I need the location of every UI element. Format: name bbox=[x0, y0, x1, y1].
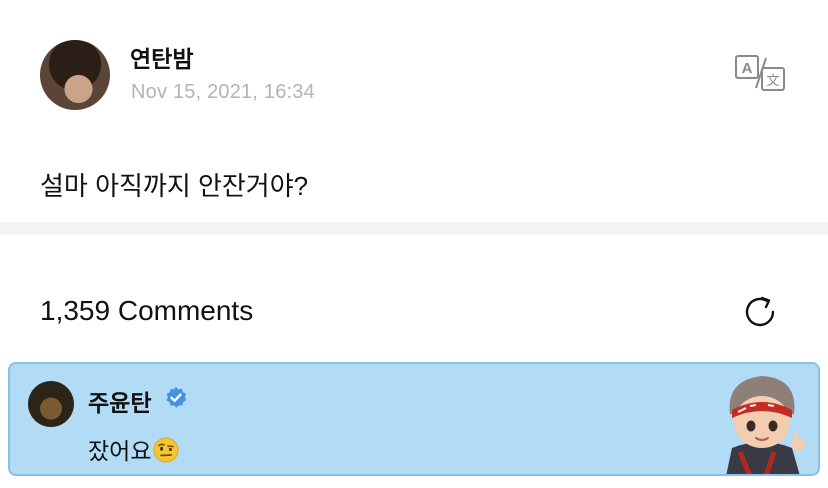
refresh-button[interactable] bbox=[740, 292, 780, 332]
translate-button[interactable]: A 文 bbox=[734, 54, 786, 92]
post-body: 설마 아직까지 안잔거야? bbox=[40, 171, 309, 201]
highlighted-comment[interactable]: 주윤탄 잤어요 bbox=[8, 362, 820, 476]
post-date: Nov 15, 2021, 16:34 bbox=[131, 81, 315, 103]
post-header: 연탄밤 Nov 15, 2021, 16:34 A 文 bbox=[0, 0, 828, 140]
author-name[interactable]: 연탄밤 bbox=[130, 40, 193, 74]
section-divider bbox=[0, 222, 828, 235]
comment-author-name[interactable]: 주윤탄 bbox=[88, 384, 151, 418]
verified-badge-icon bbox=[166, 387, 187, 408]
comment-text: 잤어요 bbox=[88, 432, 179, 466]
comments-count: 1,359 Comments bbox=[40, 295, 254, 326]
character-sticker-icon bbox=[726, 376, 805, 474]
comment-author-avatar[interactable] bbox=[28, 381, 74, 427]
refresh-icon bbox=[745, 296, 775, 327]
raised-eyebrow-emoji-icon bbox=[153, 437, 179, 463]
svg-text:文: 文 bbox=[766, 74, 779, 89]
comment-text-body: 잤어요 bbox=[88, 438, 152, 464]
author-avatar[interactable] bbox=[40, 40, 110, 110]
translate-icon: A 文 bbox=[735, 55, 785, 91]
svg-text:A: A bbox=[742, 60, 753, 77]
